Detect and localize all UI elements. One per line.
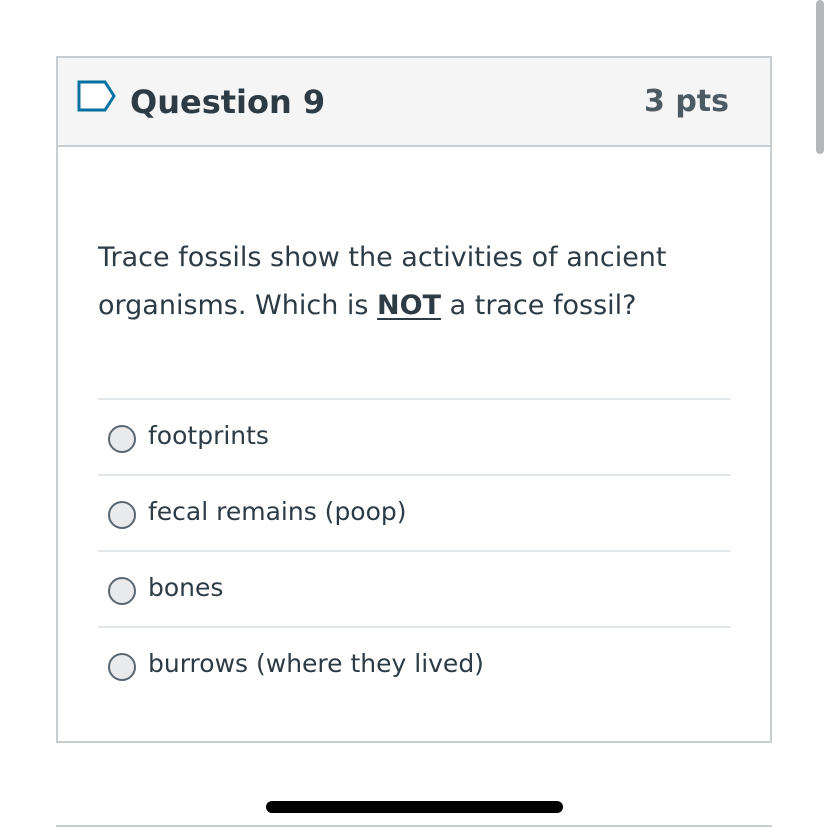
scrollbar-thumb[interactable] <box>816 0 824 154</box>
question-prompt-emphasis: NOT <box>377 290 442 321</box>
answer-option-fecal-remains[interactable]: fecal remains (poop) <box>98 474 731 550</box>
answer-label[interactable]: fecal remains (poop) <box>148 494 407 530</box>
question-title: Question 9 <box>130 83 326 121</box>
radio-button-icon[interactable] <box>108 577 136 605</box>
answer-label[interactable]: footprints <box>148 418 269 454</box>
radio-button-icon[interactable] <box>108 425 136 453</box>
answer-label[interactable]: bones <box>148 570 223 606</box>
question-card: Question 9 3 pts Trace fossils show the … <box>56 56 772 743</box>
radio-button-icon[interactable] <box>108 653 136 681</box>
flag-question-icon[interactable] <box>76 78 116 114</box>
quiz-page: Question 9 3 pts Trace fossils show the … <box>0 0 828 829</box>
question-prompt-after: a trace fossil? <box>441 290 637 321</box>
question-prompt: Trace fossils show the activities of anc… <box>98 234 738 330</box>
question-header: Question 9 3 pts <box>58 58 770 147</box>
home-indicator[interactable] <box>266 801 563 813</box>
answer-option-footprints[interactable]: footprints <box>98 398 731 474</box>
answer-option-bones[interactable]: bones <box>98 550 731 626</box>
answer-label[interactable]: burrows (where they lived) <box>148 646 484 682</box>
next-question-card-edge <box>56 825 772 829</box>
radio-button-icon[interactable] <box>108 501 136 529</box>
question-points: 3 pts <box>644 84 729 119</box>
answer-option-burrows[interactable]: burrows (where they lived) <box>98 626 731 702</box>
answer-list: footprints fecal remains (poop) bones bu… <box>98 398 731 702</box>
